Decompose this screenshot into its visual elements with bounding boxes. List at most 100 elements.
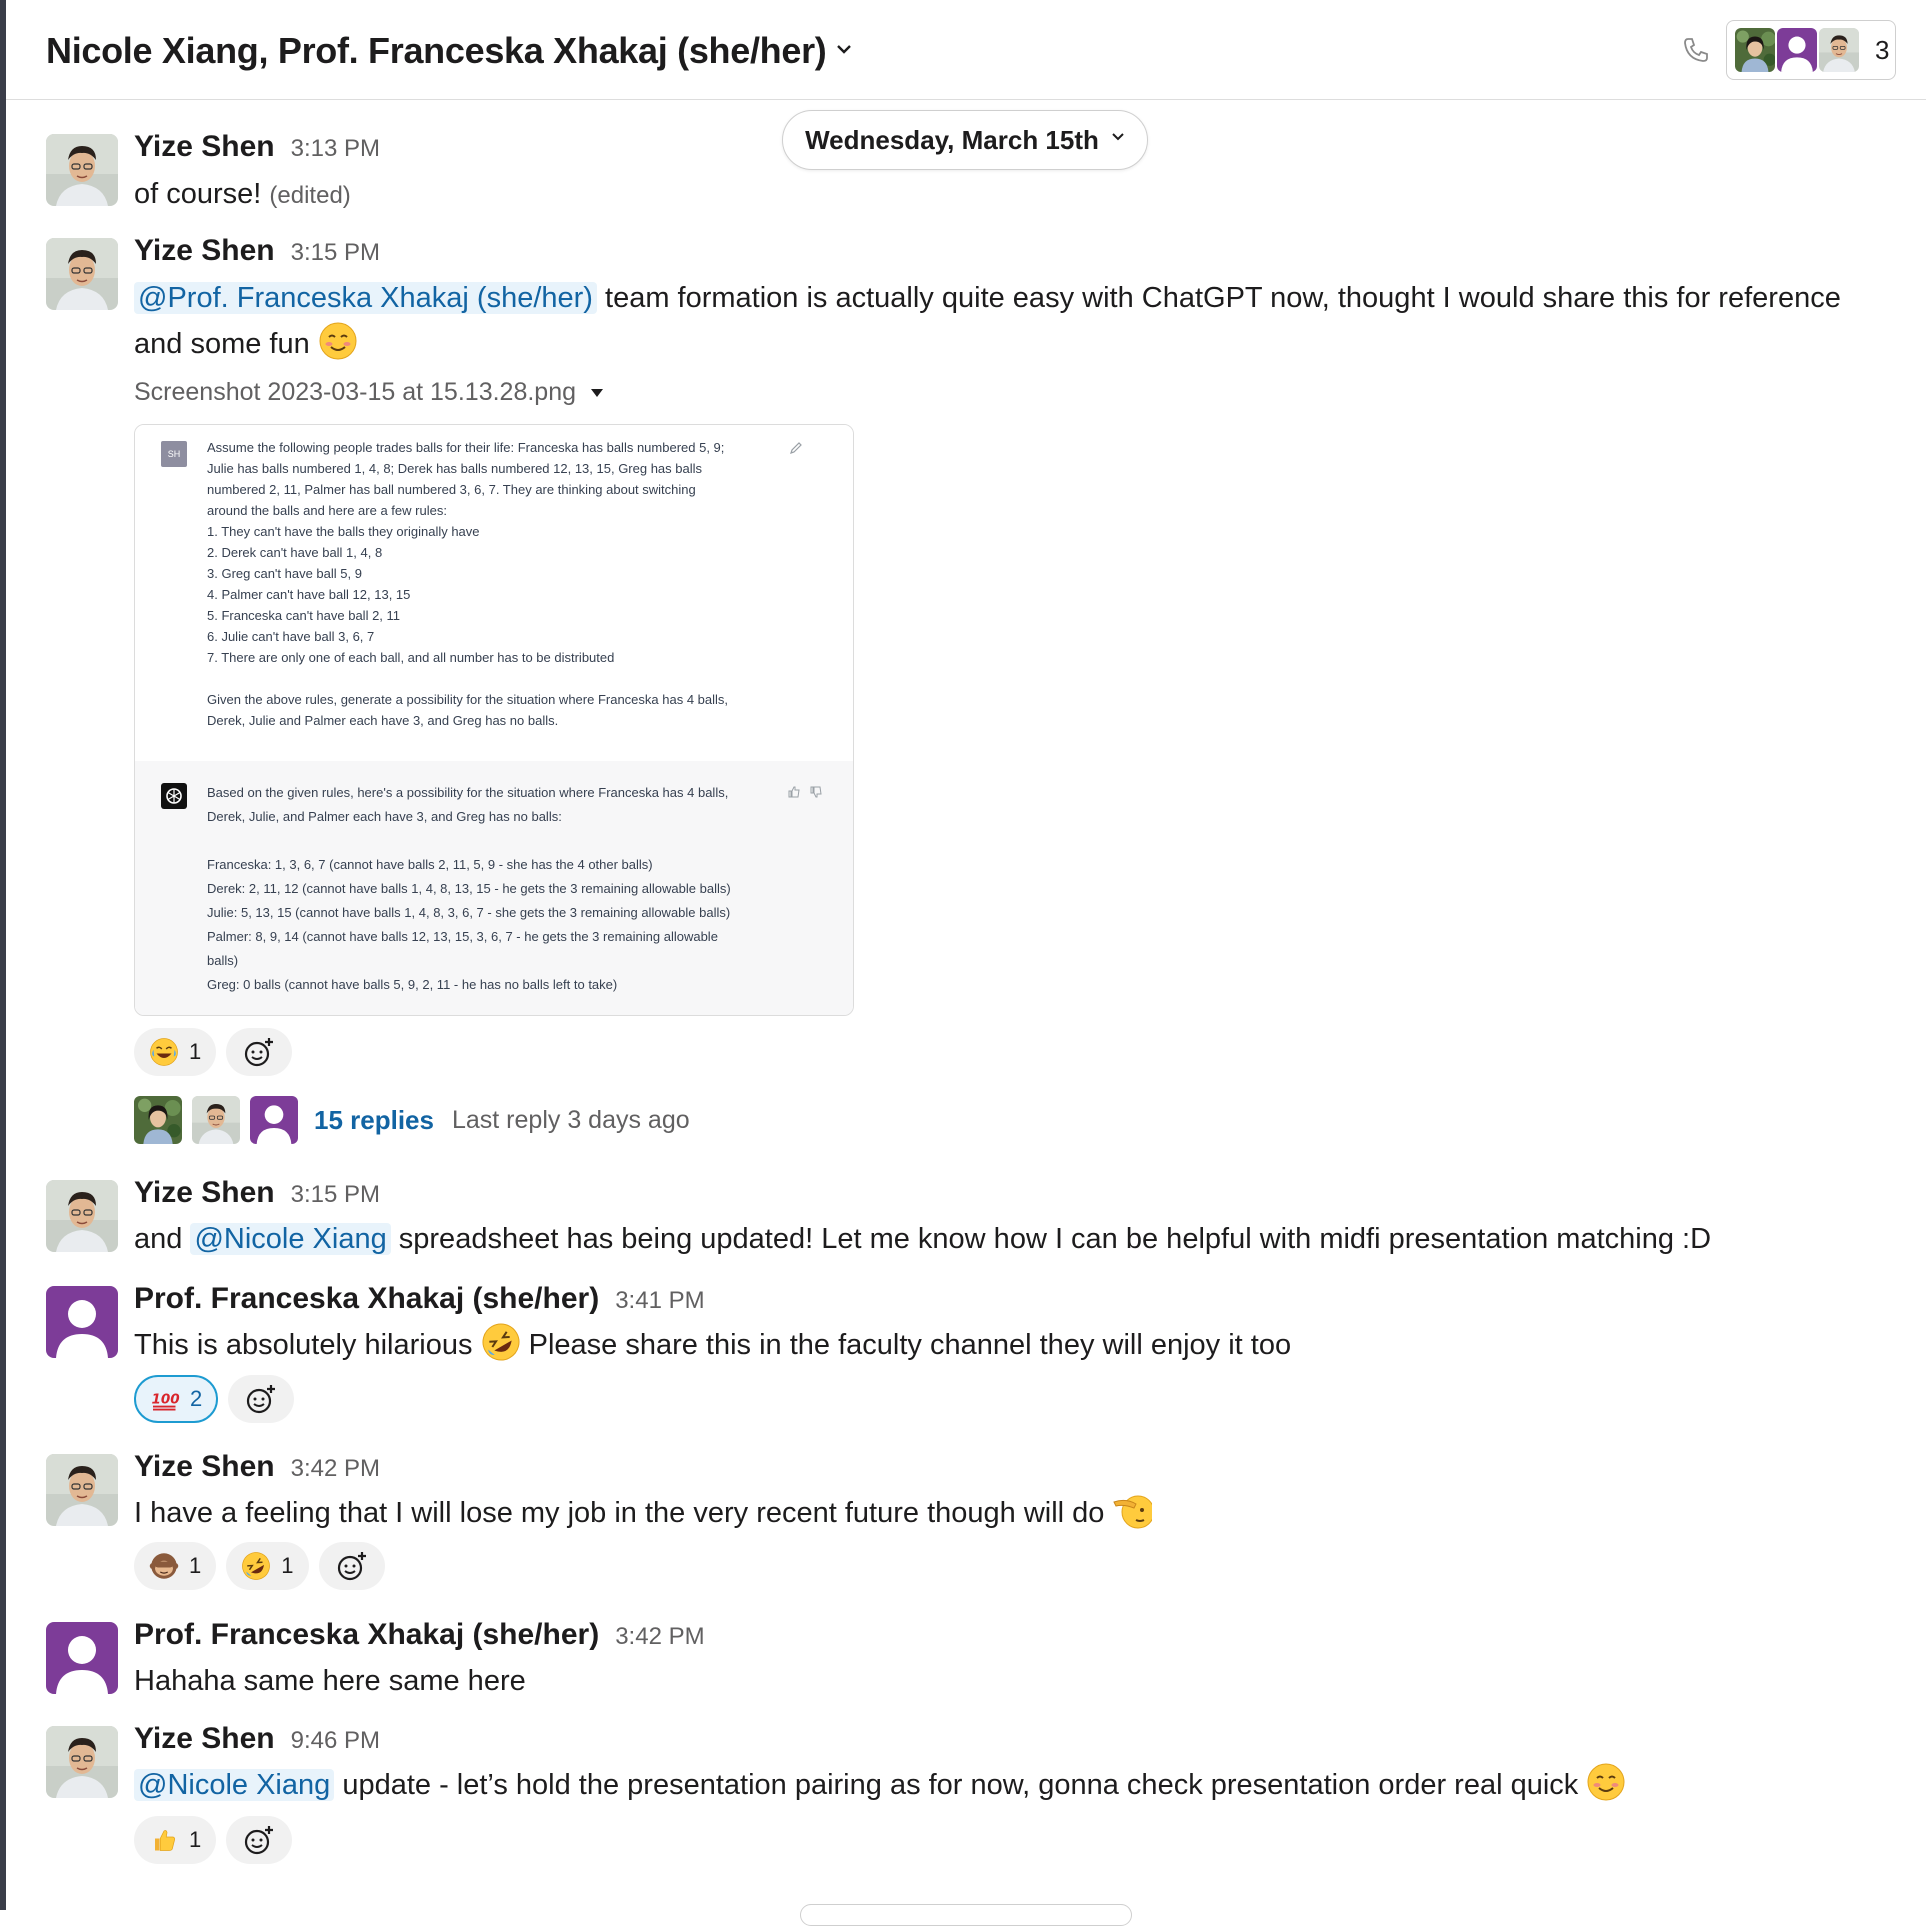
- attachment-text-line: Greg: 0 balls (cannot have balls 5, 9, 2…: [207, 977, 618, 992]
- caret-down-icon[interactable]: [590, 388, 604, 398]
- message-body: and: [134, 1223, 191, 1255]
- prompt-text: Assume the following people trades balls…: [207, 437, 728, 731]
- sender-name[interactable]: Yize Shen: [134, 1722, 275, 1756]
- last-reply-text: Last reply 3 days ago: [451, 1105, 690, 1134]
- reaction-100[interactable]: 2: [134, 1375, 219, 1423]
- reactions-bar: 1: [134, 1028, 293, 1076]
- attachment-text-line: 6. Julie can't have ball 3, 6, 7: [207, 629, 375, 644]
- reaction-count: 1: [189, 1827, 202, 1852]
- chatgpt-prompt: SH Assume the following people trades ba…: [135, 425, 853, 761]
- image-attachment[interactable]: SH Assume the following people trades ba…: [134, 424, 854, 1016]
- message-text: and @Nicole Xiang spreadsheet has being …: [134, 1216, 1711, 1262]
- attachment-text-line: [207, 668, 728, 689]
- reaction-joy[interactable]: 1: [134, 1028, 217, 1076]
- avatar[interactable]: [46, 134, 118, 206]
- feedback-icons: [787, 785, 823, 799]
- add-reaction-icon: [336, 1550, 368, 1582]
- reaction-see-no-evil[interactable]: 1: [134, 1542, 217, 1590]
- attachment-text-line: numbered 2, 11, Palmer has ball numbered…: [207, 482, 696, 497]
- reactions-bar: 1 1: [134, 1542, 385, 1590]
- message-body: I have a feeling that I will lose my job…: [134, 1497, 1105, 1529]
- replies-link[interactable]: 15 replies: [314, 1105, 434, 1136]
- chevron-down-icon: [835, 38, 853, 61]
- sender-name[interactable]: Yize Shen: [134, 1176, 275, 1210]
- add-reaction-button[interactable]: [318, 1542, 385, 1590]
- attachment-text-line: Based on the given rules, here's a possi…: [207, 785, 729, 800]
- message-body: This is absolutely hilarious: [134, 1329, 481, 1361]
- avatar[interactable]: [46, 1180, 118, 1252]
- sender-name[interactable]: Yize Shen: [134, 1450, 275, 1484]
- scroll-indicator: [800, 1904, 1132, 1926]
- reaction-count: 1: [189, 1553, 202, 1578]
- chatgpt-logo-icon: [161, 783, 187, 809]
- timestamp[interactable]: 3:15 PM: [291, 1181, 380, 1209]
- message-body: Hahaha same here same here: [134, 1665, 526, 1697]
- thumbs-up-icon: [788, 786, 800, 798]
- chevron-down-icon: [1111, 129, 1125, 147]
- message-text: @Nicole Xiang update - let’s hold the pr…: [134, 1762, 1626, 1808]
- avatar[interactable]: [46, 1454, 118, 1526]
- hundred-emoji: [150, 1384, 180, 1414]
- avatar[interactable]: [46, 238, 118, 310]
- saluting-face-emoji: [1112, 1490, 1152, 1530]
- message-body: team formation is actually quite easy wi…: [596, 282, 1841, 314]
- message-header: Yize Shen 3:15 PM: [134, 1176, 380, 1210]
- message-text: of course! (edited): [134, 171, 351, 219]
- user-mention[interactable]: @Nicole Xiang: [190, 1223, 391, 1255]
- attachment-text-line: 1. They can't have the balls they origin…: [207, 524, 480, 539]
- sender-name[interactable]: Yize Shen: [134, 234, 275, 268]
- timestamp[interactable]: 3:41 PM: [615, 1287, 704, 1315]
- add-reaction-button[interactable]: [226, 1028, 293, 1076]
- timestamp[interactable]: 9:46 PM: [291, 1727, 380, 1755]
- sender-name[interactable]: Prof. Franceska Xhakaj (she/her): [134, 1282, 599, 1316]
- avatar[interactable]: [46, 1286, 118, 1358]
- avatar: [192, 1096, 240, 1144]
- attachment-text-line: Given the above rules, generate a possib…: [207, 692, 729, 707]
- edited-label: (edited): [269, 182, 351, 209]
- attachment-text-line: Derek, Julie, and Palmer each have 3, an…: [207, 809, 562, 824]
- user-mention[interactable]: @Nicole Xiang: [134, 1769, 335, 1801]
- attachment-text-line: balls): [207, 953, 239, 968]
- thumbsup-emoji: [149, 1825, 179, 1855]
- file-name[interactable]: Screenshot 2023-03-15 at 15.13.28.png: [134, 378, 604, 407]
- attachment-text-line: Assume the following people trades balls…: [207, 440, 725, 455]
- attachment-text-line: Julie has balls numbered 1, 4, 8; Derek …: [207, 461, 703, 476]
- thumbs-down-icon: [810, 786, 822, 798]
- reaction-rofl[interactable]: 1: [226, 1542, 309, 1590]
- timestamp[interactable]: 3:13 PM: [291, 135, 380, 163]
- message-body: spreadsheet has being updated! Let me kn…: [390, 1223, 1712, 1255]
- sender-name[interactable]: Prof. Franceska Xhakaj (she/her): [134, 1618, 599, 1652]
- add-reaction-button[interactable]: [226, 1816, 293, 1864]
- phone-icon[interactable]: [1676, 30, 1716, 70]
- user-badge: SH: [161, 441, 187, 467]
- members-button[interactable]: 3: [1726, 20, 1896, 80]
- date-label: Wednesday, March 15th: [805, 124, 1099, 155]
- timestamp[interactable]: 3:42 PM: [615, 1623, 704, 1651]
- member-count: 3: [1875, 34, 1890, 65]
- avatar: [134, 1096, 182, 1144]
- add-reaction-button[interactable]: [228, 1375, 295, 1423]
- timestamp[interactable]: 3:42 PM: [291, 1455, 380, 1483]
- scrolled-text-fragment: [130, 84, 560, 102]
- edit-icon: [790, 442, 802, 454]
- avatar[interactable]: [46, 1726, 118, 1798]
- message-header: Prof. Franceska Xhakaj (she/her) 3:42 PM: [134, 1618, 705, 1652]
- reaction-thumbsup[interactable]: 1: [134, 1816, 217, 1864]
- avatar: [1777, 28, 1817, 72]
- date-divider-button[interactable]: Wednesday, March 15th: [782, 110, 1148, 170]
- message-text: Hahaha same here same here: [134, 1658, 526, 1704]
- smiling-emoji: [318, 321, 358, 361]
- conversation-title-button[interactable]: Nicole Xiang, Prof. Franceska Xhakaj (sh…: [46, 30, 853, 72]
- attachment-text-line: Julie: 5, 13, 15 (cannot have balls 1, 4…: [207, 905, 731, 920]
- timestamp[interactable]: 3:15 PM: [291, 239, 380, 267]
- conversation-title: Nicole Xiang, Prof. Franceska Xhakaj (sh…: [46, 30, 827, 71]
- thread-summary[interactable]: 15 replies Last reply 3 days ago: [134, 1096, 690, 1144]
- avatar[interactable]: [46, 1622, 118, 1694]
- avatar: [1819, 28, 1859, 72]
- add-reaction-icon: [245, 1383, 277, 1415]
- user-mention[interactable]: @Prof. Franceska Xhakaj (she/her): [134, 282, 597, 314]
- message-text: @Prof. Franceska Xhakaj (she/her) team f…: [134, 275, 1894, 367]
- response-text: Based on the given rules, here's a possi…: [207, 781, 731, 997]
- message-text: This is absolutely hilarious Please shar…: [134, 1322, 1291, 1368]
- sender-name[interactable]: Yize Shen: [134, 130, 275, 164]
